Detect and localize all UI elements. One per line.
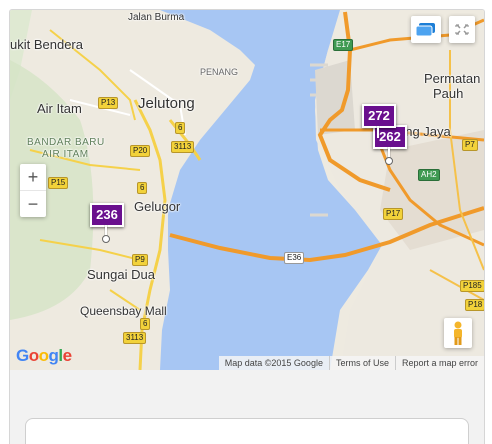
place-bukit-bendera: ukit Bendera bbox=[10, 37, 83, 52]
marker-stem bbox=[377, 126, 379, 138]
zoom-out-button[interactable]: − bbox=[20, 191, 46, 217]
zoom-control: + − bbox=[20, 164, 46, 217]
attribution-bar: Map data ©2015 Google Terms of Use Repor… bbox=[218, 356, 484, 370]
shield-p9: P9 bbox=[132, 254, 148, 266]
terms-link[interactable]: Terms of Use bbox=[328, 356, 395, 370]
logo-letter: e bbox=[62, 346, 72, 365]
place-permatang: Permatan bbox=[424, 71, 481, 86]
shield-6-bottom: 6 bbox=[140, 318, 151, 330]
fullscreen-icon bbox=[455, 24, 469, 35]
shield-p17: P17 bbox=[383, 208, 404, 220]
place-penang: PENANG bbox=[200, 67, 239, 77]
place-jelutong: Jelutong bbox=[138, 95, 195, 112]
place-air-itam: Air Itam bbox=[37, 101, 82, 116]
shield-6-top: 6 bbox=[175, 122, 186, 134]
shield-3113-a: 3113 bbox=[171, 141, 195, 153]
street-view-pegman[interactable] bbox=[444, 318, 472, 348]
logo-letter: g bbox=[48, 346, 59, 365]
place-gelugor: Gelugor bbox=[134, 199, 181, 214]
shield-6-mid: 6 bbox=[137, 182, 148, 194]
map-card: ukit Bendera Jalan Burma PENANG Air Itam… bbox=[9, 9, 485, 444]
cluster-count: 236 bbox=[90, 203, 124, 227]
cluster-count: 272 bbox=[362, 104, 396, 128]
shield-e17: E17 bbox=[333, 39, 354, 51]
logo-letter: G bbox=[16, 346, 29, 365]
shield-p18: P18 bbox=[465, 299, 484, 311]
fullscreen-button[interactable] bbox=[449, 16, 475, 43]
place-jalan-burma: Jalan Burma bbox=[128, 12, 185, 23]
layers-icon bbox=[415, 23, 435, 37]
cluster-marker-272[interactable]: 272 bbox=[362, 104, 396, 138]
details-panel bbox=[25, 418, 469, 444]
place-pauh: Pauh bbox=[433, 86, 464, 101]
layers-button[interactable] bbox=[411, 16, 441, 43]
place-queensbay-mall: Queensbay Mall bbox=[80, 304, 167, 318]
shield-e36: E36 bbox=[284, 252, 305, 264]
shield-p15: P15 bbox=[48, 177, 69, 189]
shield-p7: P7 bbox=[462, 139, 478, 151]
map-view[interactable]: ukit Bendera Jalan Burma PENANG Air Itam… bbox=[10, 10, 484, 370]
zoom-in-button[interactable]: + bbox=[20, 164, 46, 190]
pegman-icon bbox=[454, 321, 462, 345]
marker-dot bbox=[102, 235, 110, 243]
shield-ah2: AH2 bbox=[418, 169, 440, 181]
place-bandar-baru: BANDAR BARU bbox=[27, 137, 105, 148]
shield-3113-b: 3113 bbox=[123, 332, 147, 344]
shield-p20: P20 bbox=[130, 145, 151, 157]
place-sungai-dua: Sungai Dua bbox=[87, 267, 155, 282]
shield-p185: P185 bbox=[460, 280, 484, 292]
logo-letter: o bbox=[38, 346, 49, 365]
google-logo[interactable]: Google bbox=[16, 346, 72, 366]
place-air-itam-caps: AIR ITAM bbox=[42, 149, 89, 160]
cluster-marker-236[interactable]: 236 bbox=[90, 203, 124, 243]
map-data-text: Map data ©2015 Google bbox=[224, 358, 323, 368]
logo-letter: o bbox=[28, 346, 39, 365]
shield-p13: P13 bbox=[98, 97, 119, 109]
marker-dot bbox=[385, 157, 393, 165]
report-error-link[interactable]: Report a map error bbox=[394, 356, 484, 370]
